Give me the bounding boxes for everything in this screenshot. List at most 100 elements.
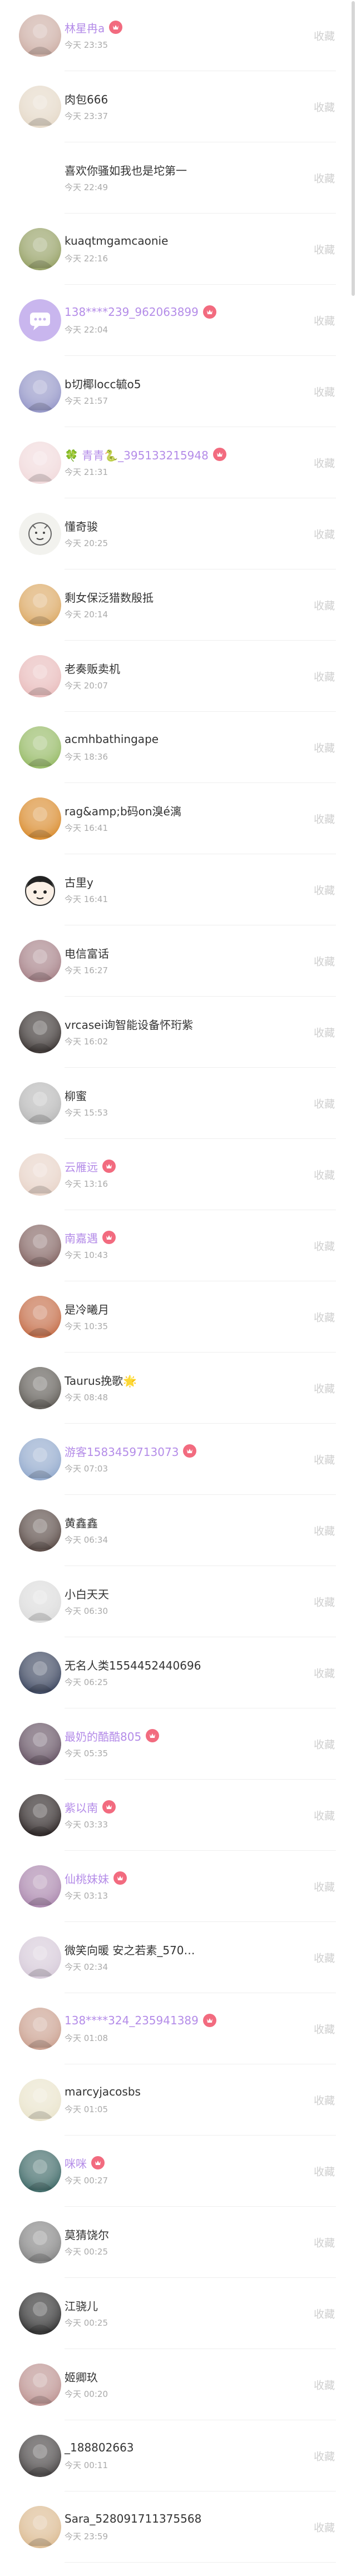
list-item[interactable]: 云雁远 今天 13:16 收藏 bbox=[0, 1139, 356, 1210]
list-item[interactable]: acmhbathingape 今天 18:36 收藏 bbox=[0, 712, 356, 783]
user-name[interactable]: 懂奇骏 bbox=[65, 518, 98, 534]
list-item[interactable]: 肉包666 今天 23:37 收藏 bbox=[0, 71, 356, 142]
avatar[interactable] bbox=[19, 2079, 61, 2121]
favorite-button[interactable]: 收藏 bbox=[314, 171, 335, 186]
user-name[interactable]: 喜欢你骚如我也是坨第一 bbox=[65, 162, 187, 178]
user-name[interactable]: 🍀 青青🐍_395133215948 bbox=[65, 447, 209, 463]
favorite-button[interactable]: 收藏 bbox=[314, 1950, 335, 1965]
favorite-button[interactable]: 收藏 bbox=[314, 1096, 335, 1111]
avatar[interactable] bbox=[19, 157, 61, 199]
favorite-button[interactable]: 收藏 bbox=[314, 1239, 335, 1254]
user-name[interactable]: _188802663 bbox=[65, 2441, 134, 2454]
list-item[interactable]: Taurus挽歌🌟 今天 08:48 收藏 bbox=[0, 1353, 356, 1424]
user-name[interactable]: 林星冉a bbox=[65, 19, 105, 36]
favorite-button[interactable]: 收藏 bbox=[314, 598, 335, 613]
avatar[interactable] bbox=[19, 2435, 61, 2477]
avatar[interactable] bbox=[19, 1581, 61, 1623]
list-item[interactable]: 莫猜饶尔 今天 00:25 收藏 bbox=[0, 2207, 356, 2278]
user-name[interactable]: Taurus挽歌🌟 bbox=[65, 1372, 137, 1388]
favorite-button[interactable]: 收藏 bbox=[314, 2022, 335, 2037]
avatar[interactable] bbox=[19, 797, 61, 840]
favorite-button[interactable]: 收藏 bbox=[314, 2377, 335, 2392]
user-name[interactable]: marcyjacosbs bbox=[65, 2085, 141, 2098]
favorite-button[interactable]: 收藏 bbox=[314, 1452, 335, 1467]
avatar[interactable] bbox=[19, 2364, 61, 2406]
favorite-button[interactable]: 收藏 bbox=[314, 313, 335, 328]
list-item[interactable]: 是冷曦月 今天 10:35 收藏 bbox=[0, 1281, 356, 1353]
user-name[interactable]: 黄鑫鑫 bbox=[65, 1514, 98, 1530]
list-item[interactable]: kuaqtmgamcaonie 今天 22:16 收藏 bbox=[0, 214, 356, 285]
avatar[interactable] bbox=[19, 2150, 61, 2192]
favorite-button[interactable]: 收藏 bbox=[314, 883, 335, 898]
avatar[interactable] bbox=[19, 869, 61, 911]
avatar[interactable] bbox=[19, 2008, 61, 2050]
user-name[interactable]: 仙桃妹妹 bbox=[65, 1870, 109, 1886]
user-name[interactable]: rag&amp;b码on溴é漓 bbox=[65, 802, 181, 819]
user-name[interactable]: Sara_528091711375568 bbox=[65, 2512, 201, 2525]
list-item[interactable]: _188802663 今天 00:11 收藏 bbox=[0, 2420, 356, 2491]
user-name[interactable]: b切椰locc毓o5 bbox=[65, 375, 141, 392]
favorite-button[interactable]: 收藏 bbox=[314, 527, 335, 542]
user-name[interactable]: acmhbathingape bbox=[65, 732, 159, 746]
user-name[interactable]: 最奶的酷酷805 bbox=[65, 1728, 141, 1744]
list-item[interactable]: 懂奇骏 今天 20:25 收藏 bbox=[0, 498, 356, 569]
user-name[interactable]: 咪咪 bbox=[65, 2155, 87, 2171]
user-name[interactable]: 138****324_235941389 bbox=[65, 2014, 199, 2027]
user-name[interactable]: 肉包666 bbox=[65, 91, 108, 107]
avatar[interactable] bbox=[19, 1225, 61, 1267]
list-item[interactable]: 喜欢你骚如我也是坨第一 今天 22:49 收藏 bbox=[0, 142, 356, 214]
avatar[interactable] bbox=[19, 1438, 61, 1480]
favorite-button[interactable]: 收藏 bbox=[314, 2520, 335, 2535]
favorite-button[interactable]: 收藏 bbox=[314, 100, 335, 115]
list-item[interactable]: 南嘉遇 今天 10:43 收藏 bbox=[0, 1210, 356, 1281]
favorite-button[interactable]: 收藏 bbox=[314, 1310, 335, 1325]
user-name[interactable]: 云雁远 bbox=[65, 1158, 98, 1175]
favorite-button[interactable]: 收藏 bbox=[314, 1737, 335, 1752]
user-name[interactable]: 姬卿玖 bbox=[65, 2369, 98, 2385]
avatar[interactable] bbox=[19, 2221, 61, 2263]
list-item[interactable]: 138****239_962063899 今天 22:04 收藏 bbox=[0, 285, 356, 356]
user-name[interactable]: 南嘉遇 bbox=[65, 1230, 98, 1246]
avatar[interactable] bbox=[19, 2292, 61, 2335]
favorite-button[interactable]: 收藏 bbox=[314, 2164, 335, 2179]
favorite-button[interactable]: 收藏 bbox=[314, 669, 335, 684]
user-name[interactable]: 剩女保泛猎数殷抵 bbox=[65, 589, 154, 605]
avatar[interactable] bbox=[19, 86, 61, 128]
avatar[interactable] bbox=[19, 940, 61, 982]
list-item[interactable]: 古里y 今天 16:41 收藏 bbox=[0, 854, 356, 925]
favorite-button[interactable]: 收藏 bbox=[314, 1167, 335, 1182]
list-item[interactable]: 柳蜜 今天 15:53 收藏 bbox=[0, 1068, 356, 1139]
avatar[interactable] bbox=[19, 513, 61, 555]
user-name[interactable]: 微笑向暖 安之若素_570… bbox=[65, 1941, 195, 1958]
favorite-button[interactable]: 收藏 bbox=[314, 1808, 335, 1823]
user-name[interactable]: 江骁儿 bbox=[65, 2297, 98, 2314]
list-item[interactable]: Sara_528091711375568 今天 23:59 收藏 bbox=[0, 2491, 356, 2563]
list-item[interactable]: 咪咪 今天 00:27 收藏 bbox=[0, 2136, 356, 2207]
user-name[interactable]: 莫猜饶尔 bbox=[65, 2226, 109, 2242]
user-name[interactable]: 紫以南 bbox=[65, 1799, 98, 1815]
avatar[interactable] bbox=[19, 1082, 61, 1124]
list-item[interactable]: 游客1583459713073 今天 07:03 收藏 bbox=[0, 1424, 356, 1495]
favorite-button[interactable]: 收藏 bbox=[314, 740, 335, 755]
list-item[interactable]: 138****324_235941389 今天 01:08 收藏 bbox=[0, 1993, 356, 2064]
list-item[interactable]: 林星冉a 今天 23:35 收藏 bbox=[0, 0, 356, 71]
favorite-button[interactable]: 收藏 bbox=[314, 1025, 335, 1040]
avatar[interactable] bbox=[19, 442, 61, 484]
favorite-button[interactable]: 收藏 bbox=[314, 384, 335, 399]
favorite-button[interactable]: 收藏 bbox=[314, 1523, 335, 1538]
list-item[interactable]: 黄鑫鑫 今天 06:34 收藏 bbox=[0, 1495, 356, 1566]
favorite-button[interactable]: 收藏 bbox=[314, 455, 335, 470]
list-item[interactable]: 微笑向暖 安之若素_570… 今天 02:34 收藏 bbox=[0, 1922, 356, 1993]
favorite-button[interactable]: 收藏 bbox=[314, 1666, 335, 1681]
user-name[interactable]: 柳蜜 bbox=[65, 1087, 87, 1103]
avatar[interactable] bbox=[19, 228, 61, 270]
list-item[interactable]: marcyjacosbs 今天 01:05 收藏 bbox=[0, 2064, 356, 2136]
avatar[interactable] bbox=[19, 1936, 61, 1979]
list-item[interactable]: 剩女保泛猎数殷抵 今天 20:14 收藏 bbox=[0, 569, 356, 641]
list-item[interactable]: 姬卿玖 今天 00:20 收藏 bbox=[0, 2349, 356, 2420]
list-item[interactable]: 小白天天 今天 06:30 收藏 bbox=[0, 1566, 356, 1637]
user-name[interactable]: 电信富话 bbox=[65, 945, 109, 961]
favorite-button[interactable]: 收藏 bbox=[314, 1594, 335, 1609]
favorite-button[interactable]: 收藏 bbox=[314, 28, 335, 43]
list-item[interactable]: 最奶的酷酷805 今天 05:35 收藏 bbox=[0, 1708, 356, 1780]
